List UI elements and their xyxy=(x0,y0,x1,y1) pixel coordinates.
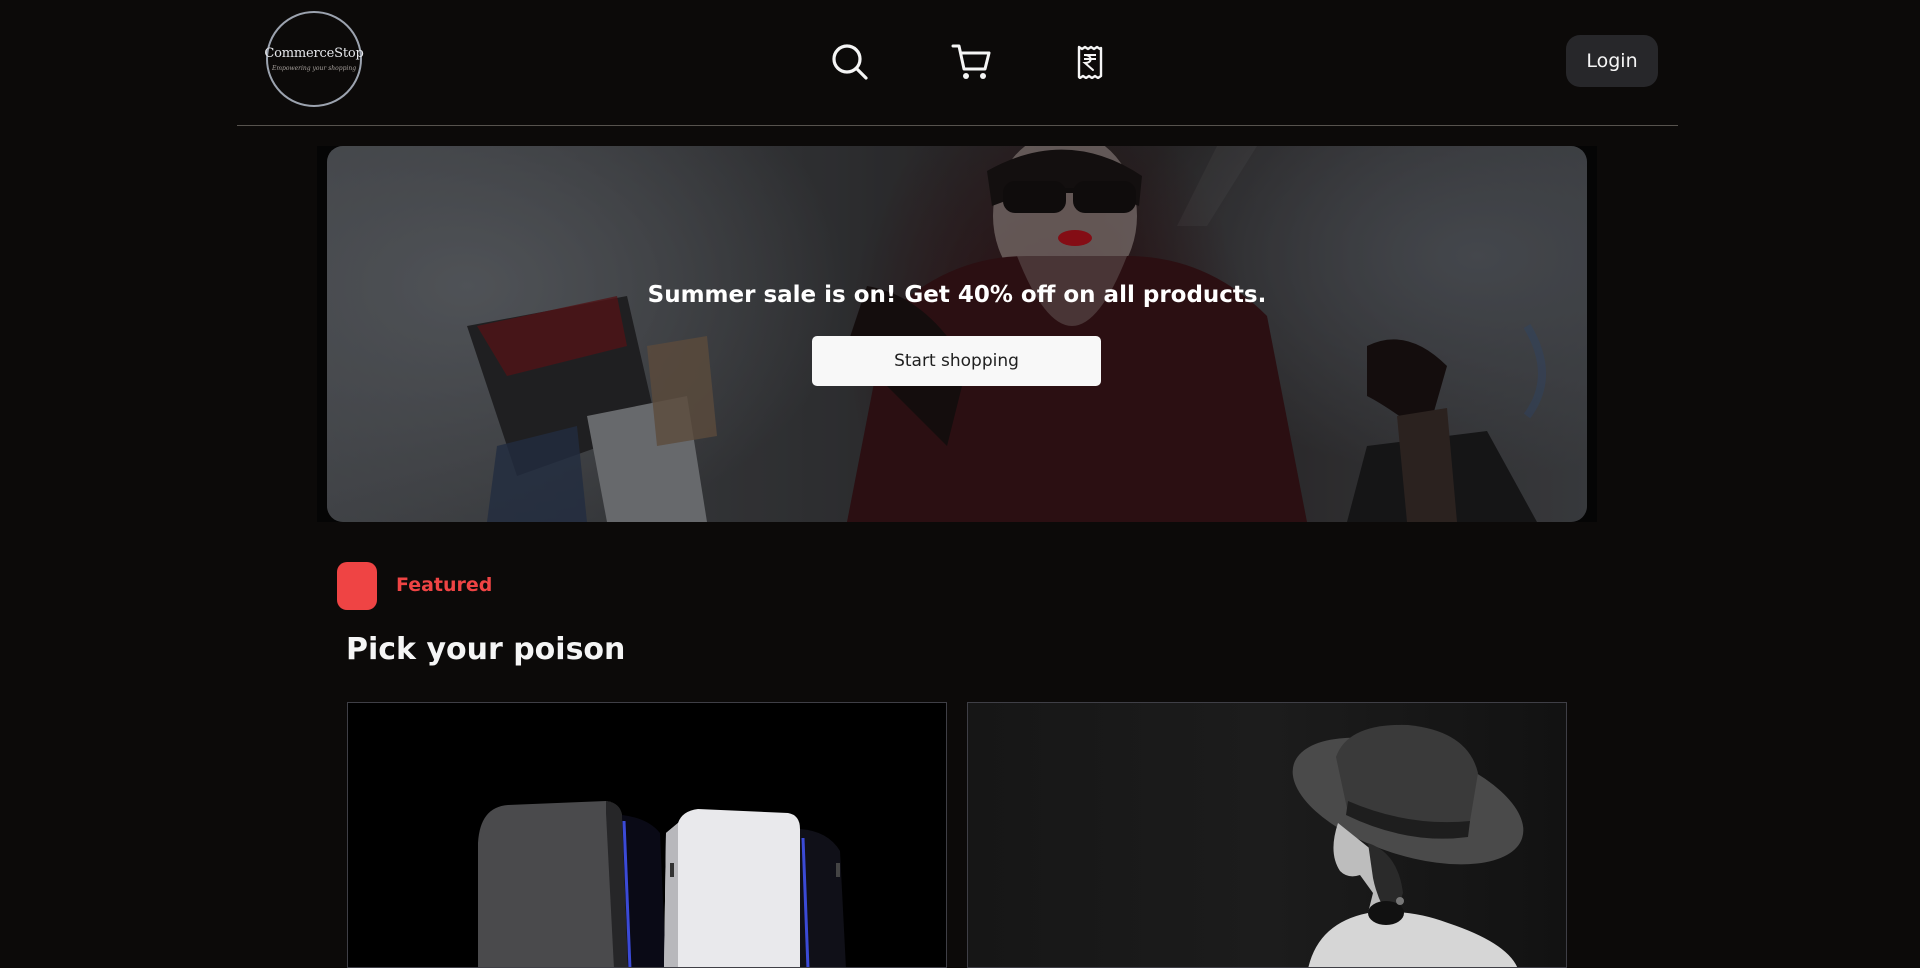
brand-name: CommerceStop xyxy=(264,46,364,61)
site-header: CommerceStop Empowering your shopping Lo… xyxy=(237,0,1678,126)
brand-tagline: Empowering your shopping xyxy=(271,65,357,72)
woman-in-hat-image xyxy=(1292,724,1524,967)
cart-icon xyxy=(951,44,991,79)
featured-label: Featured xyxy=(396,574,493,596)
featured-marker xyxy=(337,562,377,610)
brand-logo[interactable]: CommerceStop Empowering your shopping xyxy=(264,11,364,107)
orders-button[interactable] xyxy=(1068,40,1112,84)
product-card[interactable] xyxy=(347,702,947,968)
start-shopping-button[interactable]: Start shopping xyxy=(812,336,1101,386)
hero-banner: Summer sale is on! Get 40% off on all pr… xyxy=(327,146,1587,522)
game-consoles-image xyxy=(478,801,846,967)
product-card[interactable] xyxy=(967,702,1567,968)
hero-headline: Summer sale is on! Get 40% off on all pr… xyxy=(647,282,1267,308)
search-button[interactable] xyxy=(828,40,872,84)
cart-button[interactable] xyxy=(950,40,994,84)
section-title: Pick your poison xyxy=(346,632,626,667)
rupee-receipt-icon xyxy=(1077,45,1103,79)
hero-overlay xyxy=(327,146,1587,522)
login-button[interactable]: Login xyxy=(1566,35,1658,87)
search-icon xyxy=(832,44,868,80)
